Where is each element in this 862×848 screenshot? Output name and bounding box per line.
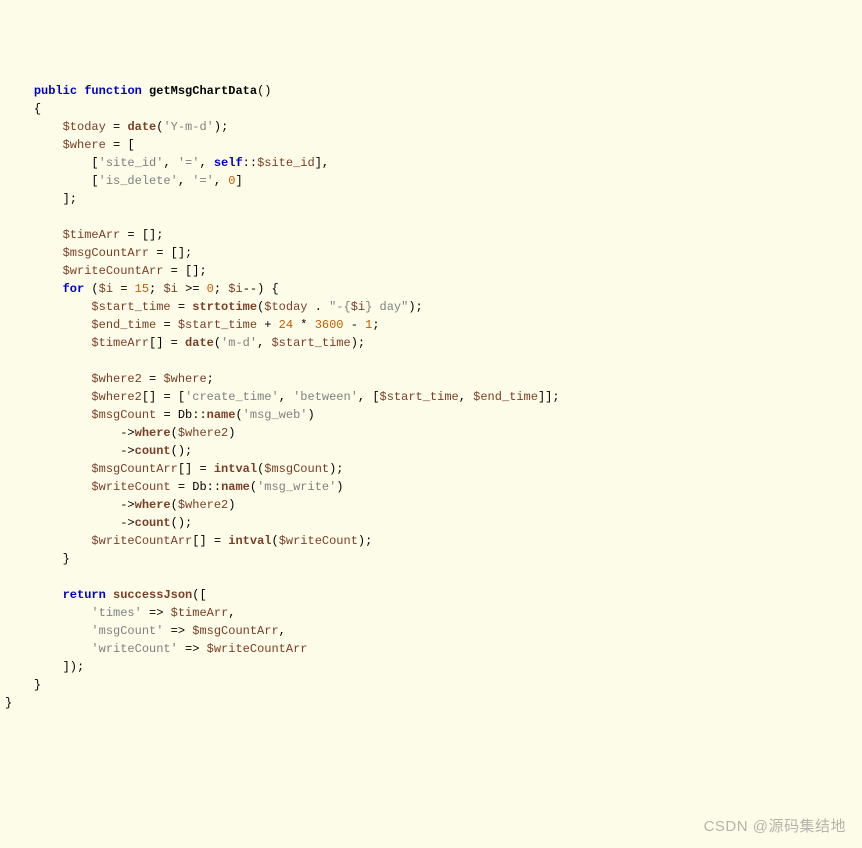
keyword-public: public [34, 84, 77, 98]
brace-open: { [34, 102, 41, 116]
keyword-function: function [84, 84, 142, 98]
function-name: getMsgChartData [149, 84, 257, 98]
code-block: public function getMsgChartData() { $tod… [5, 82, 857, 712]
watermark: CSDN @源码集结地 [704, 816, 846, 839]
